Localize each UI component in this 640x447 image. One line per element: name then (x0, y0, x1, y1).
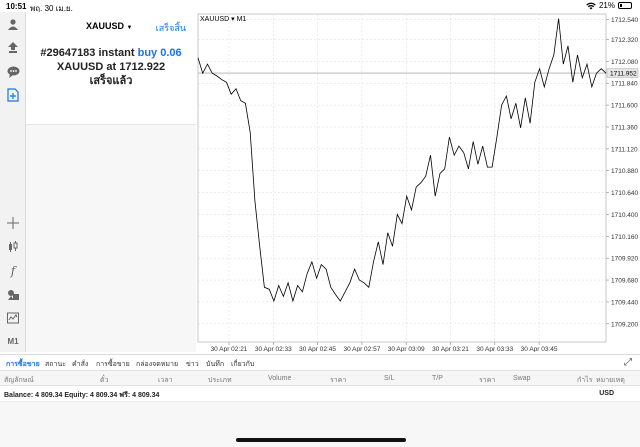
y-tick-label: 1710.640 (611, 190, 638, 197)
tab-history[interactable]: การซื้อขาย (96, 359, 130, 370)
y-tick-label: 1711.840 (611, 81, 638, 88)
y-tick-label: 1711.120 (611, 146, 638, 153)
y-tick-label: 1711.360 (611, 124, 638, 131)
balance-bar: Balance: 4 809.34 Equity: 4 809.34 ฟรี: … (0, 386, 640, 402)
order-symbol: XAUUSD at (56, 61, 120, 73)
account-icon[interactable] (5, 16, 21, 32)
chart-area[interactable]: 1712.540 1712.320 1712.080 1711.840 1711.600… (196, 12, 640, 353)
trade-result-line-2: XAUUSD at 1712.922 (26, 60, 196, 74)
col-symbol[interactable]: สัญลักษณ์ (4, 375, 34, 386)
objects-icon[interactable] (5, 287, 21, 303)
expand-icon[interactable]: ⤢ (624, 357, 632, 368)
col-volume[interactable]: Volume (268, 375, 291, 382)
x-tick-label: 30 Apr 03:21 (432, 346, 469, 352)
trade-result: #29647183 instant buy 0.06 XAUUSD at 171… (26, 40, 196, 88)
col-sl[interactable]: S/L (384, 375, 395, 382)
candles-icon[interactable] (5, 239, 21, 255)
trade-header: XAUUSD ▼ เสร็จสิ้น (26, 12, 196, 40)
home-indicator[interactable] (236, 438, 406, 442)
left-toolbar: f M1 (0, 12, 26, 352)
new-order-icon[interactable] (5, 87, 21, 103)
crosshair-icon[interactable] (5, 215, 21, 231)
trade-icon[interactable] (5, 40, 21, 56)
y-tick-label: 1710.880 (611, 168, 638, 175)
col-profit[interactable]: กำไร (577, 375, 592, 386)
x-tick-label: 30 Apr 02:33 (255, 346, 292, 352)
bottom-tabs: การซื้อขาย สถานะ คำสั่ง การซื้อขาย กล่อง… (0, 354, 640, 371)
status-bar: 10:51 พฤ. 30 เม.ย. 21% (0, 0, 640, 13)
done-button[interactable]: เสร็จสิ้น (156, 21, 186, 35)
trade-panel-background (26, 125, 196, 352)
chart-title: XAUUSD ▾ M1 (200, 16, 247, 23)
y-tick-label: 1709.200 (611, 321, 638, 328)
tab-journal[interactable]: บันทึก (206, 359, 224, 370)
y-tick-label: 1711.600 (611, 103, 638, 110)
col-time[interactable]: เวลา (158, 375, 173, 386)
x-tick-label: 30 Apr 02:57 (343, 346, 380, 352)
current-price-label: 1711.952 (610, 70, 637, 77)
col-swap[interactable]: Swap (513, 375, 531, 382)
status-right: 21% (586, 1, 632, 10)
balance-text: Balance: 4 809.34 Equity: 4 809.34 ฟรี: … (4, 392, 160, 399)
timeframe-button[interactable]: M1 (5, 333, 21, 349)
function-icon[interactable]: f (5, 263, 21, 279)
symbol-name: XAUUSD (86, 21, 125, 31)
tab-orders[interactable]: คำสั่ง (72, 359, 88, 370)
x-tick-label: 30 Apr 03:33 (476, 346, 513, 352)
y-tick-label: 1712.080 (611, 59, 638, 66)
x-tick-label: 30 Apr 02:45 (299, 346, 336, 352)
y-tick-label: 1709.920 (611, 256, 638, 263)
price-chart[interactable]: 1712.540 1712.320 1712.080 1711.840 1711.600… (196, 12, 640, 353)
trade-panel: XAUUSD ▼ เสร็จสิ้น #29647183 instant buy… (26, 12, 196, 125)
col-type[interactable]: ประเภท (208, 375, 232, 386)
trade-result-line-1: #29647183 instant buy 0.06 (26, 46, 196, 60)
y-tick-label: 1712.320 (611, 37, 638, 44)
plot-frame (197, 13, 607, 343)
trade-table-header: สัญลักษณ์ ตั๋ว เวลา ประเภท Volume ราคา S… (0, 370, 640, 386)
x-tick-label: 30 Apr 03:09 (388, 346, 425, 352)
col-current-price[interactable]: ราคา (479, 375, 495, 386)
tab-mailbox[interactable]: กล่องจดหมาย (136, 359, 178, 370)
col-price[interactable]: ราคา (330, 375, 346, 386)
x-tick-label: 30 Apr 02:21 (211, 346, 248, 352)
tab-about[interactable]: เกี่ยวกับ (231, 359, 254, 370)
col-comment[interactable]: หมายเหตุ (596, 375, 625, 386)
y-tick-label: 1712.540 (611, 17, 638, 24)
y-tick-label: 1709.680 (611, 278, 638, 285)
col-tp[interactable]: T/P (432, 375, 443, 382)
x-tick-label: 30 Apr 03:45 (521, 346, 558, 352)
y-tick-label: 1710.160 (611, 234, 638, 241)
order-price: 1712.922 (119, 61, 166, 73)
battery-percent: 21% (598, 1, 615, 10)
battery-icon (618, 2, 632, 9)
order-number: #29647183 instant (40, 47, 138, 59)
chat-icon[interactable] (5, 64, 21, 80)
chevron-down-icon: ▼ (126, 25, 133, 31)
order-action: buy 0.06 (137, 47, 182, 59)
y-tick-label: 1709.440 (611, 299, 638, 306)
symbol-selector[interactable]: XAUUSD ▼ (86, 21, 132, 31)
trade-status: เสร็จแล้ว (89, 75, 133, 87)
y-tick-label: 1710.400 (611, 212, 638, 219)
col-ticket[interactable]: ตั๋ว (100, 375, 108, 386)
tab-news[interactable]: ข่าว (186, 359, 199, 370)
currency-label: USD (599, 390, 614, 397)
tab-exposure[interactable]: สถานะ (45, 359, 66, 370)
layout-icon[interactable] (5, 310, 21, 326)
status-time: 10:51 (6, 2, 27, 11)
wifi-icon (586, 2, 596, 9)
